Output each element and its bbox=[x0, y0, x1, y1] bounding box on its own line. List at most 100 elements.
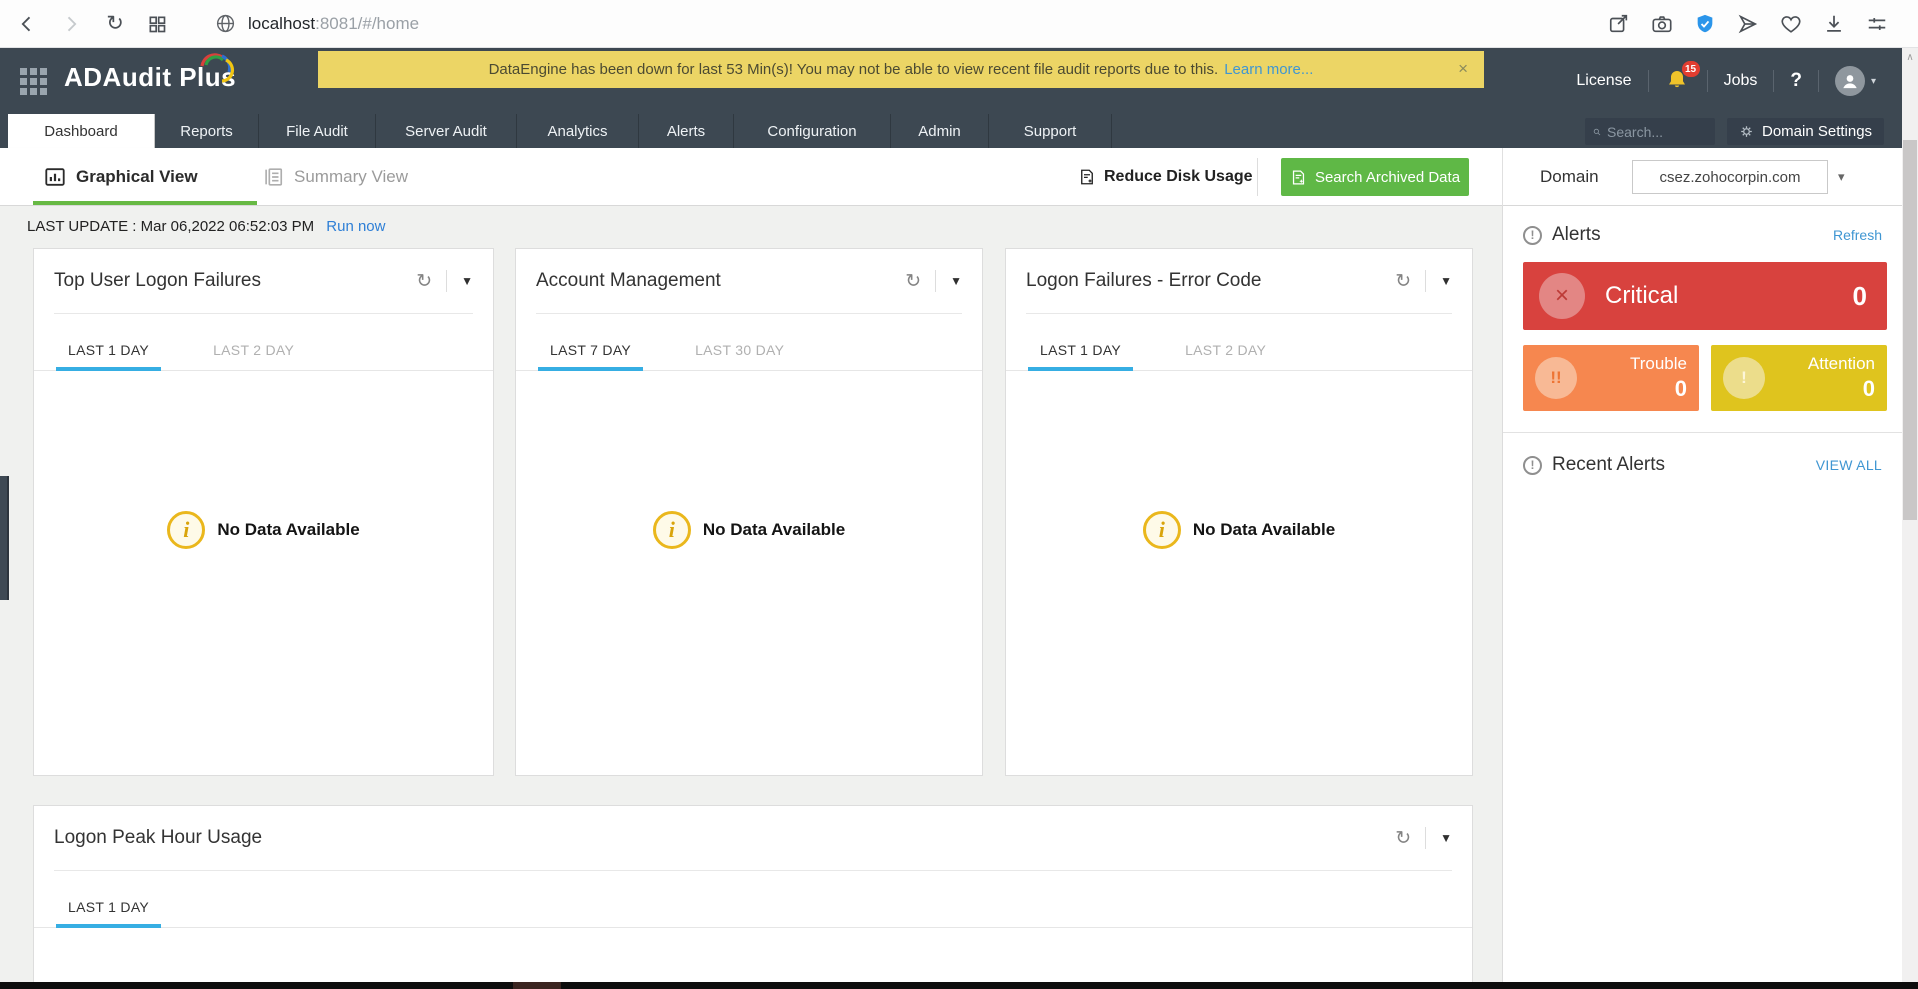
refresh-icon[interactable]: ↻ bbox=[905, 270, 921, 293]
period-tab-last-1-day[interactable]: LAST 1 DAY bbox=[56, 342, 161, 370]
notifications-bell-icon[interactable]: 15 bbox=[1665, 68, 1691, 94]
refresh-icon[interactable]: ↻ bbox=[1395, 270, 1411, 293]
url-host: localhost bbox=[248, 14, 315, 33]
page-scrollbar[interactable]: ∧ bbox=[1902, 48, 1918, 982]
chevron-down-icon[interactable]: ▼ bbox=[1440, 274, 1452, 288]
collapsed-panel-handle[interactable] bbox=[0, 476, 9, 600]
send-plane-icon[interactable] bbox=[1735, 11, 1761, 37]
chevron-down-icon[interactable]: ▼ bbox=[950, 274, 962, 288]
run-now-link[interactable]: Run now bbox=[326, 218, 385, 235]
last-update-text: LAST UPDATE : Mar 06,2022 06:52:03 PM bbox=[27, 218, 314, 235]
tab-server-audit[interactable]: Server Audit bbox=[376, 114, 517, 148]
scrollbar-thumb[interactable] bbox=[1903, 140, 1917, 520]
attention-label: Attention bbox=[1808, 354, 1875, 374]
critical-alerts-box[interactable]: × Critical 0 bbox=[1523, 262, 1887, 330]
browser-tabs-grid-icon[interactable] bbox=[144, 11, 170, 37]
banner-close-icon[interactable]: × bbox=[1458, 59, 1468, 79]
tab-dashboard[interactable]: Dashboard bbox=[8, 114, 155, 148]
global-search[interactable] bbox=[1585, 118, 1715, 145]
jobs-link[interactable]: Jobs bbox=[1724, 72, 1758, 90]
banner-learn-more-link[interactable]: Learn more... bbox=[1224, 61, 1313, 78]
domain-select[interactable]: csez.zohocorpin.com bbox=[1632, 160, 1828, 194]
url-path: :8081/#/home bbox=[315, 14, 419, 33]
chevron-down-icon[interactable]: ▼ bbox=[461, 274, 473, 288]
period-tab-last-1-day[interactable]: LAST 1 DAY bbox=[56, 899, 161, 927]
trouble-label: Trouble bbox=[1630, 354, 1687, 374]
tab-file-audit[interactable]: File Audit bbox=[259, 114, 376, 148]
alert-circle-icon: ! bbox=[1523, 226, 1542, 245]
tab-summary-view[interactable]: Summary View bbox=[262, 148, 408, 206]
download-icon[interactable] bbox=[1821, 11, 1847, 37]
favorites-heart-icon[interactable] bbox=[1778, 11, 1804, 37]
tab-support[interactable]: Support bbox=[989, 114, 1112, 148]
search-input[interactable] bbox=[1607, 124, 1707, 140]
alerts-title: Alerts bbox=[1552, 224, 1823, 246]
reduce-disk-usage-button[interactable]: Reduce Disk Usage bbox=[1078, 148, 1253, 206]
tab-alerts[interactable]: Alerts bbox=[639, 114, 734, 148]
search-archived-data-label: Search Archived Data bbox=[1315, 169, 1460, 186]
view-toolbar: Graphical View Summary View Reduce Disk … bbox=[0, 148, 1918, 206]
period-tab-last-7-day[interactable]: LAST 7 DAY bbox=[538, 342, 643, 370]
domain-settings-button[interactable]: Domain Settings bbox=[1727, 118, 1884, 145]
period-tab-last-30-day[interactable]: LAST 30 DAY bbox=[683, 342, 796, 370]
period-tab-last-2-day[interactable]: LAST 2 DAY bbox=[1173, 342, 1278, 370]
main-navigation: Dashboard Reports File Audit Server Audi… bbox=[0, 114, 1918, 148]
tab-configuration[interactable]: Configuration bbox=[734, 114, 891, 148]
bar-chart-icon bbox=[44, 166, 66, 188]
widget-logon-peak-hour-usage: Logon Peak Hour Usage ↻ ▼ LAST 1 DAY bbox=[33, 805, 1473, 989]
period-tab-last-2-day[interactable]: LAST 2 DAY bbox=[201, 342, 306, 370]
app-launcher-grid-icon[interactable] bbox=[20, 68, 47, 95]
no-data-text: No Data Available bbox=[217, 520, 359, 540]
user-avatar[interactable] bbox=[1835, 66, 1865, 96]
notification-count-badge: 15 bbox=[1682, 61, 1700, 77]
trouble-exclamation-icon: !! bbox=[1535, 357, 1577, 399]
tab-admin[interactable]: Admin bbox=[891, 114, 989, 148]
widget-title: Top User Logon Failures bbox=[54, 270, 416, 292]
empty-state: i No Data Available bbox=[653, 511, 845, 549]
browser-back-icon[interactable] bbox=[14, 11, 40, 37]
no-data-text: No Data Available bbox=[703, 520, 845, 540]
browser-forward-icon[interactable] bbox=[58, 11, 84, 37]
period-tab-last-1-day[interactable]: LAST 1 DAY bbox=[1028, 342, 1133, 370]
active-view-underline bbox=[33, 201, 257, 205]
header-separator bbox=[1707, 70, 1708, 92]
actions-separator bbox=[446, 270, 447, 292]
refresh-icon[interactable]: ↻ bbox=[1395, 827, 1411, 850]
file-star-icon bbox=[1078, 168, 1096, 186]
protect-shield-icon[interactable] bbox=[1692, 11, 1718, 37]
browser-toolbar: ↻ localhost:8081/#/home bbox=[0, 0, 1918, 48]
tab-analytics[interactable]: Analytics bbox=[517, 114, 639, 148]
alerts-refresh-link[interactable]: Refresh bbox=[1833, 227, 1882, 243]
empty-state: i No Data Available bbox=[1143, 511, 1335, 549]
attention-count: 0 bbox=[1863, 376, 1875, 402]
empty-state: i No Data Available bbox=[167, 511, 359, 549]
help-link[interactable]: ? bbox=[1790, 70, 1802, 92]
card-divider bbox=[1026, 313, 1452, 314]
avatar-chevron-down-icon[interactable]: ▾ bbox=[1871, 76, 1876, 87]
search-archived-data-button[interactable]: Search Archived Data bbox=[1281, 158, 1469, 196]
tab-reports[interactable]: Reports bbox=[155, 114, 259, 148]
domain-settings-label: Domain Settings bbox=[1762, 123, 1872, 140]
header-separator bbox=[1648, 70, 1649, 92]
header-separator bbox=[1818, 70, 1819, 92]
attention-alerts-box[interactable]: ! Attention 0 bbox=[1711, 345, 1887, 411]
share-edit-icon[interactable] bbox=[1606, 11, 1632, 37]
refresh-icon[interactable]: ↻ bbox=[416, 270, 432, 293]
tune-settings-icon[interactable] bbox=[1864, 11, 1890, 37]
recent-alerts-title: Recent Alerts bbox=[1552, 454, 1806, 476]
domain-select-chevron-icon[interactable]: ▾ bbox=[1838, 160, 1845, 194]
view-all-link[interactable]: VIEW ALL bbox=[1816, 457, 1882, 473]
taskbar-edge bbox=[0, 982, 1918, 989]
scrollbar-up-arrow[interactable]: ∧ bbox=[1902, 52, 1918, 63]
trouble-alerts-box[interactable]: !! Trouble 0 bbox=[1523, 345, 1699, 411]
last-update-status: LAST UPDATE : Mar 06,2022 06:52:03 PM Ru… bbox=[27, 218, 385, 235]
address-bar[interactable]: localhost:8081/#/home bbox=[248, 14, 419, 34]
taskbar-accent bbox=[513, 982, 561, 989]
license-link[interactable]: License bbox=[1576, 72, 1631, 90]
critical-x-icon: × bbox=[1539, 273, 1585, 319]
tab-graphical-view[interactable]: Graphical View bbox=[44, 148, 198, 206]
browser-reload-icon[interactable]: ↻ bbox=[102, 11, 128, 37]
sidebar-divider bbox=[1503, 432, 1903, 433]
chevron-down-icon[interactable]: ▼ bbox=[1440, 831, 1452, 845]
camera-screenshot-icon[interactable] bbox=[1649, 11, 1675, 37]
